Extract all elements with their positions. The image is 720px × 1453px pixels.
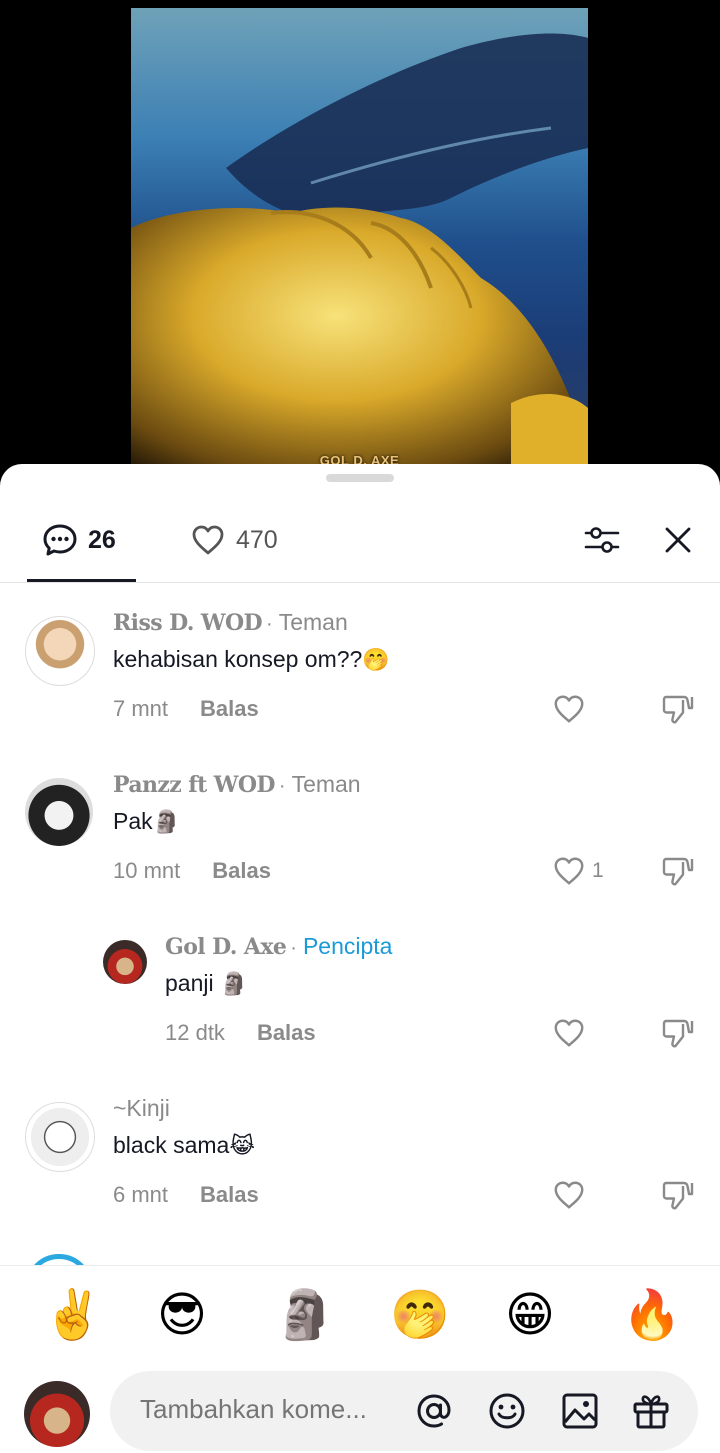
comment-bubble-icon (43, 524, 77, 556)
close-button[interactable] (658, 520, 698, 560)
comment-text-body: black sama (113, 1132, 230, 1158)
dislike-button[interactable] (662, 1178, 696, 1217)
creator-tag: Pencipta (302, 933, 393, 959)
sliders-icon (584, 527, 620, 553)
comment-text-body: kehabisan konsep om?? (113, 646, 363, 672)
sheet-tabs: 26 470 (0, 504, 720, 583)
sheet-drag-handle[interactable] (326, 474, 394, 482)
avatar[interactable] (103, 940, 147, 984)
dislike-button[interactable] (662, 692, 696, 731)
heart-icon (554, 695, 584, 723)
emoji-sunglasses[interactable]: 😎 (157, 1288, 207, 1344)
image-button[interactable] (560, 1391, 600, 1431)
thumbs-down-icon (662, 695, 694, 724)
comment-input[interactable] (138, 1393, 392, 1426)
comment-input-row (0, 1370, 720, 1453)
reply-button[interactable]: Balas (200, 696, 259, 722)
comment-text: Pak🗿 (113, 808, 180, 835)
comment-username[interactable]: ~Kinji (113, 1095, 170, 1122)
video-artwork (131, 33, 588, 478)
likes-count: 470 (236, 525, 278, 554)
thumbs-down-icon (662, 1019, 694, 1048)
image-icon (562, 1393, 598, 1429)
separator-dot: · (266, 613, 273, 635)
avatar[interactable] (25, 778, 93, 846)
comment-text: black sama😹 (113, 1132, 255, 1159)
video-player[interactable]: GOL D. AXE (0, 0, 720, 480)
comment-time: 12 dtk (165, 1020, 225, 1045)
comment-item: Panzz ft WOD · Teman Pak🗿 10 mnt Balas 1 (0, 766, 720, 916)
comment-emoji: 🤭 (362, 647, 390, 672)
emoji-victory[interactable]: ✌️ (43, 1288, 103, 1344)
emoji-picker-button[interactable] (487, 1391, 527, 1431)
reply-button[interactable]: Balas (212, 858, 271, 884)
comment-user-tag: Teman (278, 609, 348, 635)
separator-dot: · (290, 937, 297, 959)
heart-icon (554, 1019, 584, 1047)
comment-username[interactable]: Gol D. Axe (165, 934, 287, 960)
like-button[interactable] (552, 1178, 592, 1212)
avatar[interactable] (25, 1102, 95, 1172)
thumbs-down-icon (662, 857, 694, 886)
like-button[interactable] (552, 1016, 592, 1050)
like-button[interactable] (552, 692, 592, 726)
heart-icon (554, 1181, 584, 1209)
gift-icon (633, 1395, 669, 1429)
comment-time: 7 mnt (113, 696, 169, 721)
comment-username[interactable]: Panzz ft WOD (113, 772, 275, 798)
my-avatar[interactable] (24, 1381, 90, 1447)
active-tab-indicator (27, 579, 136, 582)
comment-text-body: Pak (113, 808, 153, 834)
heart-icon (554, 857, 584, 885)
smiley-icon (489, 1393, 525, 1429)
comment-emoji: 🗿 (152, 809, 181, 834)
gift-button[interactable] (631, 1391, 671, 1431)
comment-text-body: panji (165, 970, 220, 996)
tab-comments[interactable]: 26 (42, 520, 116, 560)
comment-emoji: 🗿 (219, 971, 248, 996)
at-icon (417, 1394, 451, 1428)
comment-username[interactable]: Riss D. WOD (113, 610, 263, 636)
quick-emoji-bar: ✌️ 😎 🗿 🤭 😁 🔥 (0, 1265, 720, 1371)
tab-likes[interactable]: 470 (190, 520, 278, 560)
heart-icon (192, 525, 224, 555)
video-frame[interactable]: GOL D. AXE (131, 8, 588, 478)
comments-count: 26 (88, 525, 116, 554)
reply-item: Gol D. Axe · Pencipta panji 🗿 12 dtk Bal… (0, 928, 720, 1078)
comment-user-tag: Teman (291, 771, 361, 797)
mention-button[interactable] (414, 1391, 454, 1431)
comment-time: 10 mnt (113, 858, 181, 883)
separator-dot: · (278, 775, 286, 797)
comment-item: Riss D. WOD · Teman kehabisan konsep om?… (0, 604, 720, 754)
comment-item: ~Kinji black sama😹 6 mnt Balas (0, 1090, 720, 1240)
emoji-fire[interactable]: 🔥 (622, 1288, 682, 1344)
comment-emoji: 😹 (229, 1133, 256, 1158)
thumbs-down-icon (662, 1181, 694, 1210)
dislike-button[interactable] (662, 1016, 696, 1055)
like-button[interactable]: 1 (552, 854, 604, 888)
like-count: 1 (592, 859, 604, 882)
reply-button[interactable]: Balas (200, 1182, 259, 1208)
comment-text: kehabisan konsep om??🤭 (113, 646, 390, 673)
avatar[interactable] (25, 616, 95, 686)
comment-text: panji 🗿 (165, 970, 247, 997)
comment-time: 6 mnt (113, 1182, 169, 1207)
close-icon (665, 527, 691, 553)
filter-button[interactable] (582, 520, 622, 560)
dislike-button[interactable] (662, 854, 696, 893)
reply-button[interactable]: Balas (257, 1020, 316, 1046)
emoji-hand-over-mouth[interactable]: 🤭 (390, 1288, 450, 1344)
emoji-moai[interactable]: 🗿 (275, 1288, 335, 1344)
emoji-grin[interactable]: 😁 (505, 1288, 555, 1344)
comment-input-field[interactable] (110, 1371, 698, 1451)
